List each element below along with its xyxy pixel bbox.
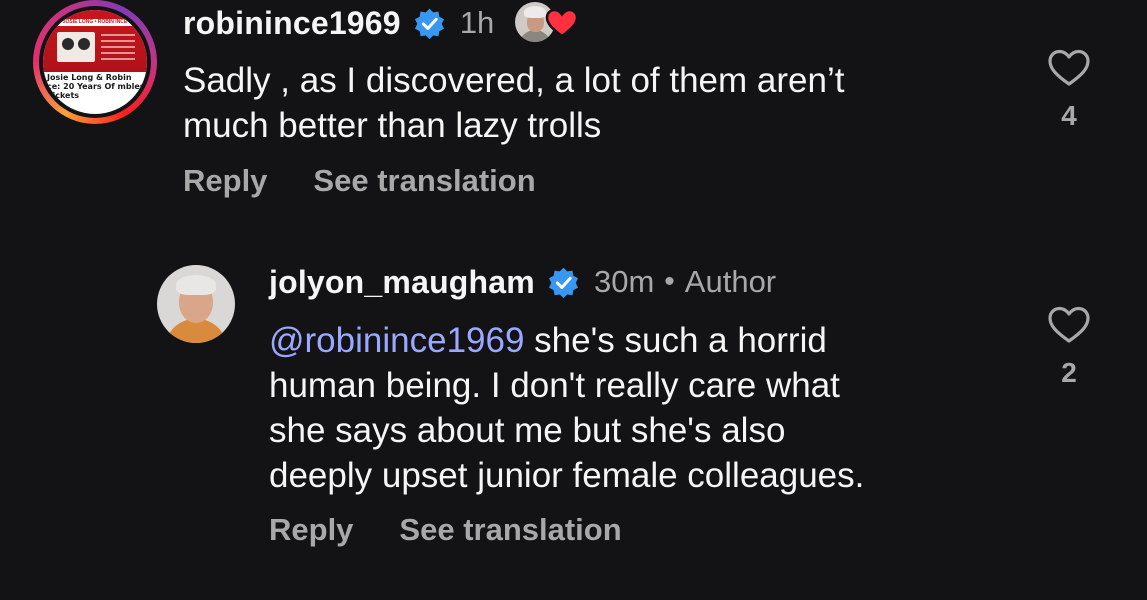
comment-actions: Reply See translation — [269, 512, 622, 548]
verified-badge-icon — [414, 8, 444, 39]
timestamp: 1h — [459, 5, 495, 40]
see-translation-button[interactable]: See translation — [313, 163, 535, 199]
timestamp: 30m — [593, 264, 655, 299]
like-column: 4 — [1039, 48, 1099, 132]
username[interactable]: jolyon_maugham — [269, 264, 535, 301]
comment-line: @robinince1969 she's such a horrid — [269, 321, 827, 360]
author-label: Author — [684, 264, 777, 299]
red-heart-icon — [545, 8, 579, 38]
comment-line: Sadly , as I discovered, a lot of them a… — [183, 61, 845, 100]
username[interactable]: robinince1969 — [183, 5, 401, 42]
reply-button[interactable]: Reply — [183, 163, 267, 199]
comment-actions: Reply See translation — [183, 163, 536, 199]
comment-text: @robinince1969 she's such a horrid human… — [269, 318, 864, 498]
poster-band-text: JOSIE LONG • ROBIN INCE — [53, 19, 137, 26]
poster-caption: Josie Long & Robin ce: 20 Years Of mbles… — [47, 73, 145, 100]
poster-photo — [57, 32, 95, 62]
comment-header: robinince1969 1h — [183, 3, 494, 43]
separator-dot: • — [664, 265, 675, 298]
verified-badge-icon — [548, 267, 578, 298]
like-count: 2 — [1061, 357, 1077, 388]
comment-header: jolyon_maugham 30m • Author — [269, 262, 776, 302]
mention-link[interactable]: @robinince1969 — [269, 321, 524, 360]
reply-button[interactable]: Reply — [269, 512, 353, 548]
comments-thread: JOSIE LONG • ROBIN INCE Josie Long & Rob… — [0, 0, 1147, 600]
story-ring[interactable]: JOSIE LONG • ROBIN INCE Josie Long & Rob… — [33, 0, 157, 124]
comment-line: she says about me but she's also — [269, 411, 786, 450]
comment-line: human being. I don't really care what — [269, 366, 840, 405]
heart-outline-icon[interactable] — [1047, 305, 1091, 345]
like-count: 4 — [1061, 100, 1077, 131]
comment-line: deeply upset junior female colleagues. — [269, 456, 865, 495]
avatar: JOSIE LONG • ROBIN INCE Josie Long & Rob… — [43, 10, 147, 114]
like-column: 2 — [1039, 305, 1099, 389]
comment-line: much better than lazy trolls — [183, 106, 602, 145]
see-translation-button[interactable]: See translation — [399, 512, 621, 548]
comment-robinince1969: JOSIE LONG • ROBIN INCE Josie Long & Rob… — [0, 0, 1147, 210]
avatar[interactable] — [157, 265, 235, 343]
heart-outline-icon[interactable] — [1047, 48, 1091, 88]
comment-text: Sadly , as I discovered, a lot of them a… — [183, 58, 844, 148]
